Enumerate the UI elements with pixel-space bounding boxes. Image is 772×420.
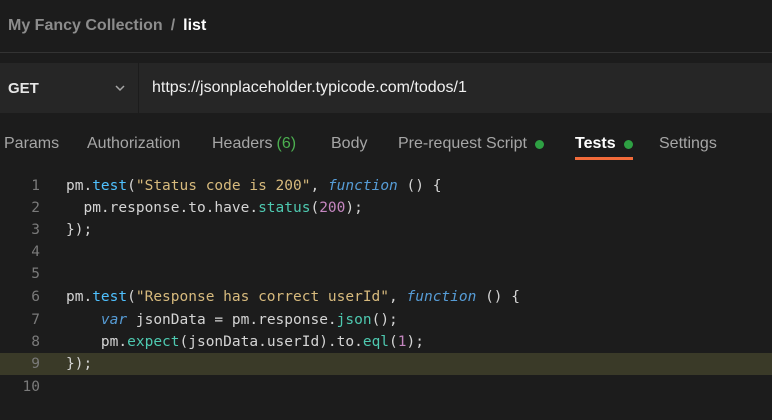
tab-body[interactable]: Body <box>331 124 367 164</box>
token: expect <box>127 334 180 350</box>
method-select[interactable]: GET <box>0 63 138 113</box>
token: pm <box>66 178 84 194</box>
token: "Response has correct userId" <box>135 289 390 305</box>
tab-params[interactable]: Params <box>4 124 59 164</box>
request-url-bar: GET https://jsonplaceholder.typicode.com… <box>0 63 772 113</box>
token: test <box>92 289 128 305</box>
line-code: var jsonData = pm.response.json(); <box>66 309 398 331</box>
token: (jsonData.userId).to. <box>179 334 363 350</box>
tab-label: Params <box>4 135 60 152</box>
token: pm <box>231 312 250 328</box>
request-tabs: Params Authorization Headers (6) Body Pr… <box>0 124 772 168</box>
line-number: 9 <box>31 356 40 372</box>
tab-label: Headers <box>212 135 273 152</box>
token: ); <box>406 334 424 350</box>
token: function <box>327 178 398 194</box>
token: pm <box>66 334 119 350</box>
code-line: 3 }); <box>0 219 772 241</box>
tab-settings[interactable]: Settings <box>659 124 717 164</box>
token: ( <box>389 334 398 350</box>
token: }); <box>66 356 93 372</box>
token: .response.to.have. <box>100 200 259 216</box>
tab-label: Pre-request Script <box>398 135 527 152</box>
token: jsonData = <box>127 312 232 328</box>
token: ( <box>310 200 320 216</box>
tab-pre-request-script[interactable]: Pre-request Script <box>398 124 544 164</box>
token: ( <box>127 289 136 305</box>
token: }); <box>66 222 93 238</box>
code-line: 8 pm.expect(jsonData.userId).to.eql(1); <box>0 331 772 353</box>
breadcrumb: My Fancy Collection / list <box>0 0 772 52</box>
token: eql <box>362 334 390 350</box>
token: status <box>258 200 311 216</box>
code-line: 6 pm.test("Response has correct userId",… <box>0 286 772 308</box>
line-number: 8 <box>31 334 40 350</box>
line-number: 4 <box>31 244 40 260</box>
code-line: 7 var jsonData = pm.response.json(); <box>0 309 772 331</box>
code-editor[interactable]: 1 pm.test("Status code is 200", function… <box>0 175 772 420</box>
token: .response. <box>249 312 337 328</box>
url-input[interactable]: https://jsonplaceholder.typicode.com/tod… <box>139 63 772 113</box>
chevron-down-icon <box>115 85 125 92</box>
line-code: pm.expect(jsonData.userId).to.eql(1); <box>66 331 424 353</box>
token: 1 <box>397 334 407 350</box>
line-code: pm.test("Response has correct userId", f… <box>66 286 520 308</box>
line-code: pm.test("Status code is 200", function (… <box>66 175 441 197</box>
headers-count-badge: (6) <box>276 135 297 152</box>
code-line: 1 pm.test("Status code is 200", function… <box>0 175 772 197</box>
code-line: 5 <box>0 263 772 285</box>
breadcrumb-current-request[interactable]: list <box>183 17 206 35</box>
token: pm <box>66 289 84 305</box>
line-number: 5 <box>31 266 40 282</box>
token: . <box>83 289 93 305</box>
token: () { <box>397 178 442 194</box>
line-number: 1 <box>31 178 40 194</box>
token: pm <box>66 200 101 216</box>
token: json <box>336 312 372 328</box>
status-dot-icon <box>623 139 633 149</box>
tab-label: Tests <box>575 135 616 152</box>
url-value: https://jsonplaceholder.typicode.com/tod… <box>152 79 467 96</box>
tab-label: Body <box>331 135 368 152</box>
code-line: 4 <box>0 241 772 263</box>
breadcrumb-separator: / <box>170 17 176 34</box>
header-divider <box>0 52 772 53</box>
tab-tests[interactable]: Tests <box>575 124 633 164</box>
tab-label: Authorization <box>87 135 181 152</box>
line-code: pm.response.to.have.status(200); <box>66 197 363 219</box>
status-dot-icon <box>534 139 544 149</box>
tab-label: Settings <box>659 135 717 152</box>
token: , <box>310 178 328 194</box>
line-number: 6 <box>31 289 40 305</box>
line-number: 7 <box>31 312 40 328</box>
token: (); <box>371 312 398 328</box>
token: () { <box>476 289 520 305</box>
breadcrumb-collection-link[interactable]: My Fancy Collection <box>8 17 163 35</box>
code-line: 2 pm.response.to.have.status(200); <box>0 197 772 219</box>
token: "Status code is 200" <box>135 178 311 194</box>
line-code: }); <box>66 219 92 241</box>
line-number: 3 <box>31 222 40 238</box>
token: var <box>100 312 128 328</box>
token: function <box>406 289 477 305</box>
token: ); <box>345 200 363 216</box>
token: . <box>118 334 128 350</box>
code-line-active: 9 }); <box>0 353 772 375</box>
token: ( <box>127 178 136 194</box>
token: , <box>389 289 407 305</box>
tab-authorization[interactable]: Authorization <box>87 124 180 164</box>
token: 200 <box>319 200 346 216</box>
line-number: 10 <box>22 379 40 395</box>
code-line: 10 <box>0 376 772 398</box>
method-label: GET <box>8 79 39 97</box>
line-number: 2 <box>31 200 40 216</box>
tab-headers[interactable]: Headers (6) <box>212 124 296 164</box>
line-code: }); <box>66 353 92 375</box>
token: test <box>92 178 128 194</box>
token: . <box>83 178 93 194</box>
